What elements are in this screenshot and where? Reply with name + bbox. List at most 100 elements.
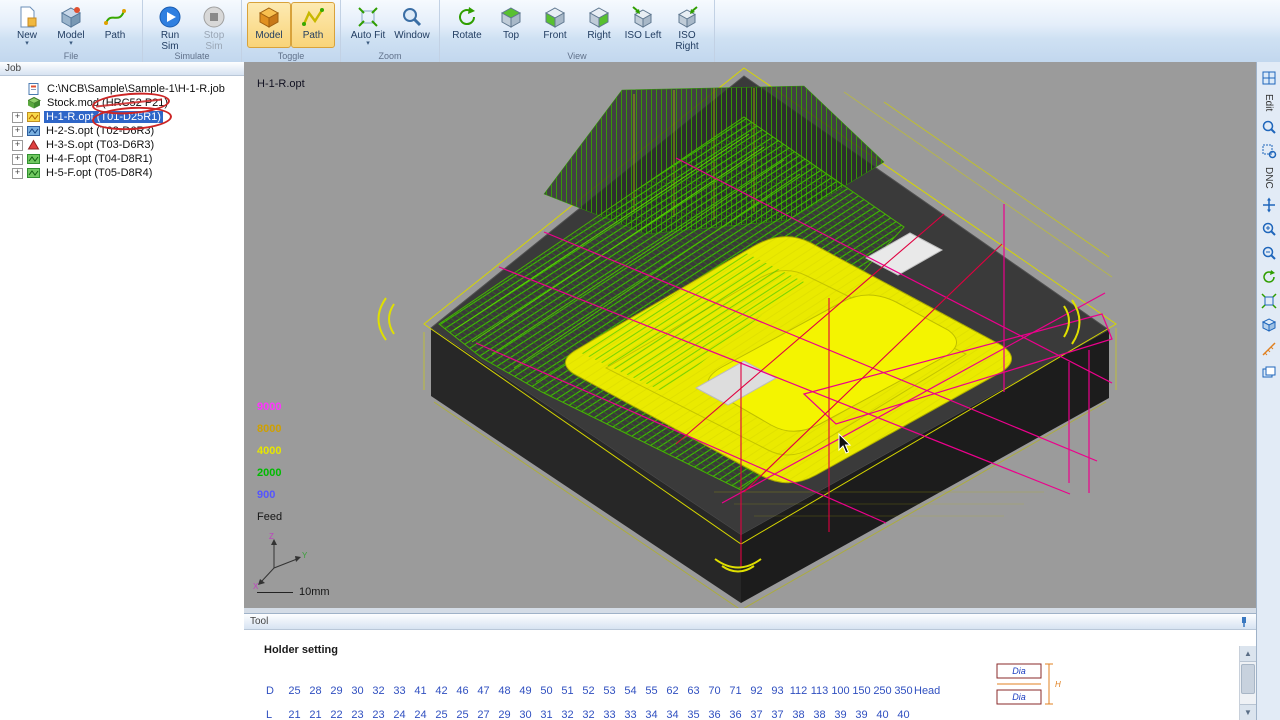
expand-plus-icon[interactable] (12, 140, 23, 151)
tree-item-h4f[interactable]: H-4-F.opt (T04-D8R1) (0, 152, 244, 166)
scale-line (257, 592, 293, 593)
table-cell: 24 (410, 709, 431, 720)
row-d-values: 2528293032334142464748495051525354556263… (284, 685, 940, 697)
toolpath-icon (27, 153, 40, 165)
scroll-thumb[interactable] (1241, 664, 1255, 694)
viewport[interactable]: H-1-R.opt 9000 8000 4000 2000 900 Feed Z… (244, 62, 1256, 608)
svg-text:H: H (1055, 680, 1061, 689)
scroll-up-button[interactable] (1240, 646, 1256, 662)
job-panel: Job C:\NCB\Sample\Sample-1\H-1-R.job Sto… (0, 62, 245, 720)
path-button[interactable]: Path (93, 2, 137, 48)
table-cell: 33 (620, 709, 641, 720)
table-cell: 37 (767, 709, 788, 720)
table-cell: 71 (725, 685, 746, 697)
tool-panel-titlebar: Tool (244, 614, 1256, 630)
table-cell: 34 (662, 709, 683, 720)
tree-item-h2s[interactable]: H-2-S.opt (T02-D6R3) (0, 124, 244, 138)
svg-text:Z: Z (269, 532, 274, 541)
zoom-window-button[interactable]: Window (390, 2, 434, 48)
model-button[interactable]: Model (49, 2, 93, 48)
model-icon (59, 5, 83, 29)
new-button[interactable]: New (5, 2, 49, 48)
expand-plus-icon[interactable] (12, 126, 23, 137)
magnifier-icon[interactable] (1261, 119, 1277, 135)
table-cell: 30 (347, 685, 368, 697)
scale-label: 10mm (299, 586, 330, 598)
table-cell: 21 (284, 709, 305, 720)
feed-value: 2000 (257, 462, 282, 484)
front-view-label: Front (543, 30, 566, 41)
tree-item-h5f[interactable]: H-5-F.opt (T05-D8R4) (0, 166, 244, 180)
holder-diagram: Dia Dia H (979, 658, 1099, 718)
tree-item-label: H-3-S.opt (T03-D6R3) (44, 139, 156, 151)
path-icon (103, 5, 127, 29)
iso-left-button[interactable]: ISO Left (621, 2, 665, 48)
layers-icon[interactable] (1261, 365, 1277, 381)
table-cell: 62 (662, 685, 683, 697)
toggle-model-button[interactable]: Model (247, 2, 291, 48)
grid-icon[interactable] (1261, 70, 1277, 86)
tree-item-h3s[interactable]: H-3-S.opt (T03-D6R3) (0, 138, 244, 152)
table-cell: 63 (683, 685, 704, 697)
tree-item-h1r[interactable]: H-1-R.opt (T01-D25R1) (0, 110, 244, 124)
ribbon-group-label-zoom: Zoom (341, 51, 439, 61)
zoom-window-icon[interactable] (1261, 143, 1277, 159)
tool-panel-title: Tool (250, 616, 268, 627)
table-cell: 100 (830, 685, 851, 697)
table-cell: 51 (557, 685, 578, 697)
active-path-label: H-1-R.opt (257, 78, 305, 90)
table-cell: 25 (284, 685, 305, 697)
top-view-button[interactable]: Top (489, 2, 533, 48)
job-panel-title: Job (0, 62, 244, 76)
table-cell: 28 (305, 685, 326, 697)
table-cell: 32 (368, 685, 389, 697)
auto-fit-button[interactable]: Auto Fit (346, 2, 390, 48)
stop-sim-button[interactable]: Stop Sim (192, 2, 236, 48)
tree-item-stock[interactable]: Stock.mod (HRC52 P21) (0, 96, 244, 110)
top-view-icon (499, 5, 523, 29)
tree-item-job-file[interactable]: C:\NCB\Sample\Sample-1\H-1-R.job (0, 82, 244, 96)
feed-value: 4000 (257, 440, 282, 462)
tool-panel: Tool Holder setting D 252829303233414246… (244, 613, 1256, 720)
tool-panel-scrollbar[interactable] (1239, 646, 1256, 720)
rotate-button[interactable]: Rotate (445, 2, 489, 48)
front-view-button[interactable]: Front (533, 2, 577, 48)
rotate-view-icon[interactable] (1261, 269, 1277, 285)
toggle-model-icon (257, 5, 281, 29)
iso-right-button[interactable]: ISO Right (665, 2, 709, 48)
table-cell: Head (914, 685, 940, 697)
measure-icon[interactable] (1261, 341, 1277, 357)
zoom-in-icon[interactable] (1261, 221, 1277, 237)
pin-icon[interactable] (1238, 616, 1250, 628)
ribbon-group-view: Rotate Top Front Right ISO Left ISO Righ… (440, 0, 715, 62)
scroll-down-button[interactable] (1240, 704, 1256, 720)
table-cell: 29 (326, 685, 347, 697)
expand-plus-icon[interactable] (12, 112, 23, 123)
zoom-out-icon[interactable] (1261, 245, 1277, 261)
pan-icon[interactable] (1261, 197, 1277, 213)
toolpath-icon (27, 125, 40, 137)
edit-tab[interactable]: Edit (1263, 94, 1274, 111)
viewport-canvas[interactable] (244, 62, 1256, 608)
rotate-icon (455, 5, 479, 29)
table-cell: 34 (641, 709, 662, 720)
table-cell: 50 (536, 685, 557, 697)
cube-icon[interactable] (1261, 317, 1277, 333)
table-cell: 112 (788, 685, 809, 697)
table-cell: 350 (893, 685, 914, 697)
table-cell: 31 (536, 709, 557, 720)
table-cell: 24 (389, 709, 410, 720)
fit-view-icon[interactable] (1261, 293, 1277, 309)
ribbon-group-simulate: Run Sim Stop Sim Simulate (143, 0, 242, 62)
run-sim-button[interactable]: Run Sim (148, 2, 192, 48)
toggle-path-button[interactable]: Path (291, 2, 335, 48)
front-view-icon (543, 5, 567, 29)
dnc-tab[interactable]: DNC (1263, 167, 1274, 189)
svg-text:Dia: Dia (1012, 692, 1026, 702)
stock-icon (28, 97, 41, 109)
right-view-button[interactable]: Right (577, 2, 621, 48)
table-cell: 52 (578, 685, 599, 697)
expand-plus-icon[interactable] (12, 154, 23, 165)
table-cell: 42 (431, 685, 452, 697)
expand-plus-icon[interactable] (12, 168, 23, 179)
